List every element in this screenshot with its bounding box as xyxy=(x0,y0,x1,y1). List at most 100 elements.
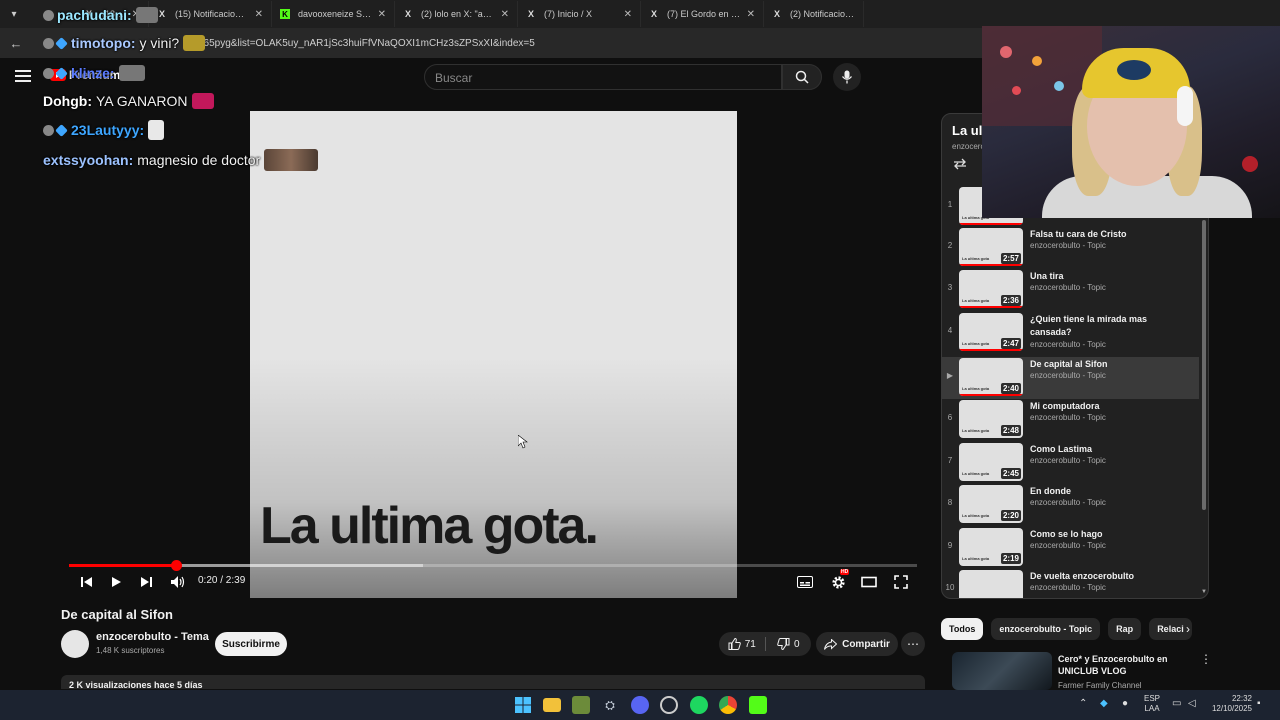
playlist-thumbnail[interactable]: La ultima gota 2:20 xyxy=(959,485,1023,523)
browser-tab[interactable]: X (7) El Gordo en X: "l ✕ xyxy=(641,1,764,27)
recommended-video[interactable]: Cero* y Enzocerobulto en UNICLUB VLOG Fa… xyxy=(952,652,1214,692)
menu-icon[interactable] xyxy=(15,70,31,82)
browser-tab[interactable]: X (15) Notificaciones / X ✕ xyxy=(149,1,272,27)
url-field[interactable]: FAr65pyg&list=OLAK5uy_nAR1jSc3huiFfVNaQO… xyxy=(188,38,535,49)
watched-progress-bar xyxy=(959,264,1023,266)
share-button[interactable]: Compartir xyxy=(816,632,898,656)
playlist-item[interactable]: ▶ La ultima gota 2:40 De capital al Sifon en… xyxy=(942,357,1199,399)
windows-start-icon[interactable] xyxy=(514,696,532,714)
close-tab-icon[interactable]: ✕ xyxy=(501,9,509,20)
close-tab-icon[interactable]: ✕ xyxy=(624,9,632,20)
description-box[interactable]: 2 K visualizaciones hace 5 días xyxy=(61,675,925,689)
playlist-item[interactable]: 2 La ultima gota 2:57 Falsa tu cara de Cris… xyxy=(942,227,1199,269)
spotify-icon[interactable] xyxy=(690,696,708,714)
chip-all[interactable]: Todos xyxy=(941,618,984,640)
subtitles-button[interactable] xyxy=(796,571,814,593)
playlist-thumbnail[interactable]: La ultima gota 2:36 xyxy=(959,270,1023,308)
thumbnail-caption: La ultima gota xyxy=(962,556,990,561)
video-frame[interactable]: La ultima gota. xyxy=(250,111,737,598)
close-tab-icon[interactable]: ✕ xyxy=(378,9,386,20)
network-icon[interactable]: ▭ xyxy=(1172,698,1181,709)
tab-search-button[interactable]: ▾ xyxy=(2,2,26,26)
search-button[interactable] xyxy=(782,64,822,90)
playlist-item-title[interactable]: Como Lastima xyxy=(1030,443,1190,456)
minecraft-icon[interactable] xyxy=(572,696,590,714)
volume-button[interactable] xyxy=(168,571,188,593)
chevron-right-icon[interactable]: › xyxy=(1186,622,1190,636)
chip-rap[interactable]: Rap xyxy=(1108,618,1142,640)
playlist-item-channel: enzocerobulto - Topic xyxy=(1030,456,1106,465)
playlist-item-title[interactable]: Mi computadora xyxy=(1030,400,1190,413)
playlist-item[interactable]: 6 La ultima gota 2:48 Mi computadora enzocer… xyxy=(942,399,1199,441)
playlist-item-title[interactable]: ¿Quien tiene la mirada mas cansada? xyxy=(1030,313,1190,339)
discord-icon[interactable] xyxy=(631,696,649,714)
file-explorer-icon[interactable] xyxy=(543,698,561,712)
loop-button[interactable] xyxy=(952,158,968,173)
more-actions-button[interactable]: ⋯ xyxy=(901,632,925,656)
video-player[interactable]: La ultima gota. 0:20 / 2:39 HD xyxy=(0,98,932,598)
back-arrow-icon[interactable]: ← xyxy=(4,31,28,55)
playlist-item-title[interactable]: Falsa tu cara de Cristo xyxy=(1030,228,1190,241)
fullscreen-button[interactable] xyxy=(892,571,910,593)
playlist-thumbnail[interactable]: La ultima gota 2:45 xyxy=(959,443,1023,481)
playlist-item-title[interactable]: Una tira xyxy=(1030,270,1190,283)
playlist-item[interactable]: 9 La ultima gota 2:19 Como se lo hago enzoce… xyxy=(942,527,1199,569)
channel-avatar[interactable] xyxy=(61,630,89,658)
playlist-item-title[interactable]: Como se lo hago xyxy=(1030,528,1190,541)
playlist-item-title[interactable]: De vuelta enzocerobulto xyxy=(1030,570,1190,583)
channel-name[interactable]: enzocerobulto - Tema xyxy=(96,631,209,643)
playlist-title[interactable]: La ul xyxy=(952,123,982,138)
obs-icon[interactable] xyxy=(660,696,678,714)
playlist-item-title[interactable]: De capital al Sifon xyxy=(1030,358,1190,371)
notification-bell-icon[interactable]: ▪ xyxy=(1257,698,1261,709)
chip-channel[interactable]: enzocerobulto - Topic xyxy=(991,618,1101,640)
browser-tab[interactable]: X (2) lolo en X: "argenti ✕ xyxy=(395,1,518,27)
tray-overflow-icon[interactable]: ⌃ xyxy=(1079,698,1087,709)
recommended-thumbnail[interactable] xyxy=(952,652,1052,690)
kick-app-icon[interactable] xyxy=(749,696,767,714)
speaker-icon[interactable]: ◁ xyxy=(1188,698,1196,709)
system-clock[interactable]: 22:32 12/10/2025 xyxy=(1208,694,1252,714)
more-vertical-icon[interactable]: ⋮ xyxy=(1200,652,1212,666)
close-tab-icon[interactable]: ✕ xyxy=(255,9,263,20)
playlist-thumbnail[interactable]: La ultima gota 2:48 xyxy=(959,400,1023,438)
progress-bar[interactable] xyxy=(69,560,917,571)
scroll-down-icon[interactable]: ▼ xyxy=(1201,589,1207,595)
dislike-button[interactable]: 0 xyxy=(766,638,812,650)
browser-tab[interactable]: K davooxeneize Stream ✕ xyxy=(272,1,395,27)
playlist-thumbnail[interactable]: La ultima gota 2:47 xyxy=(959,313,1023,351)
like-button[interactable]: 71 xyxy=(719,638,765,650)
browser-tab[interactable]: X (7) Inicio / X ✕ xyxy=(518,1,641,27)
chrome-icon[interactable] xyxy=(719,696,737,714)
theater-mode-button[interactable] xyxy=(860,571,878,593)
language-indicator[interactable]: ESP LAA xyxy=(1144,694,1160,714)
close-tab-icon[interactable]: ✕ xyxy=(747,9,755,20)
recommended-title[interactable]: Cero* y Enzocerobulto en UNICLUB VLOG xyxy=(1058,653,1198,677)
playlist-item[interactable]: 3 La ultima gota 2:36 Una tira enzocerobulto… xyxy=(942,269,1199,311)
playlist-item[interactable]: 7 La ultima gota 2:45 Como Lastima enzocerob… xyxy=(942,442,1199,484)
playlist-scrollbar[interactable] xyxy=(1202,220,1206,510)
playlist-thumbnail[interactable]: La ultima gota 2:19 xyxy=(959,528,1023,566)
search-input[interactable] xyxy=(425,65,781,91)
playlist-item-title[interactable]: En donde xyxy=(1030,485,1190,498)
next-button[interactable] xyxy=(137,571,155,593)
playlist-item[interactable]: 10 La ultima gota De vuelta enzocerobultoe… xyxy=(942,569,1199,598)
playlist-item[interactable]: 8 La ultima gota 2:20 En donde enzocerobulto… xyxy=(942,484,1199,526)
play-button[interactable] xyxy=(107,571,125,593)
playlist-item-index: 8 xyxy=(947,498,953,507)
microphone-tray-icon[interactable]: ● xyxy=(1122,698,1128,709)
playlist-thumbnail[interactable]: La ultima gota 2:40 xyxy=(959,358,1023,396)
previous-button[interactable] xyxy=(78,571,96,593)
tray-app-icon[interactable]: ◆ xyxy=(1100,698,1108,709)
playlist-item[interactable]: 4 La ultima gota 2:47 ¿Quien tiene la mirad… xyxy=(942,312,1199,354)
chat-message: pachudani: xyxy=(43,7,158,23)
voice-search-button[interactable] xyxy=(833,63,861,91)
settings-button[interactable]: HD xyxy=(828,569,850,593)
theater-mode-icon xyxy=(861,576,877,588)
steam-icon[interactable]: ⛭ xyxy=(601,696,619,714)
browser-tab[interactable]: X (2) Notificaciones / X xyxy=(764,1,864,27)
playlist-thumbnail[interactable]: La ultima gota xyxy=(959,570,1023,598)
subscribe-button[interactable]: Suscribirme xyxy=(215,632,287,656)
scrubber-knob[interactable] xyxy=(170,560,182,571)
playlist-thumbnail[interactable]: La ultima gota 2:57 xyxy=(959,228,1023,266)
